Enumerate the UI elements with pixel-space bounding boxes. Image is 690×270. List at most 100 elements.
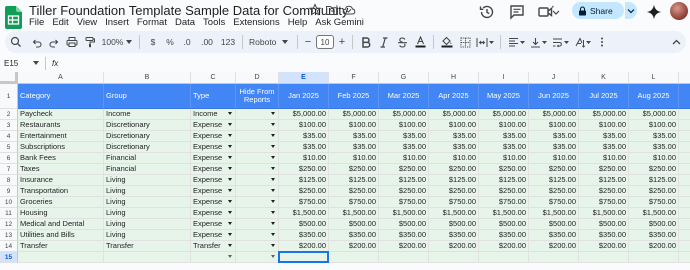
amount-cell[interactable]: $10.00 bbox=[329, 153, 379, 164]
menu-ask-gemini[interactable]: Ask Gemini bbox=[315, 17, 364, 28]
empty-cell[interactable] bbox=[104, 252, 191, 263]
amount-cell[interactable]: $350.00 bbox=[529, 230, 579, 241]
font-select[interactable]: Roboto bbox=[247, 31, 293, 53]
amount-cell[interactable]: $100.00 bbox=[429, 120, 479, 131]
amount-cell[interactable]: $35.00 bbox=[279, 142, 329, 153]
amount-cell[interactable]: $35.00 bbox=[429, 142, 479, 153]
row-header[interactable]: 3 bbox=[0, 120, 18, 131]
amount-cell[interactable]: $750.00 bbox=[579, 197, 629, 208]
amount-cell[interactable]: $200.00 bbox=[529, 241, 579, 252]
hide-from-reports-dropdown-cell[interactable] bbox=[236, 131, 279, 142]
amount-cell[interactable]: $350.00 bbox=[379, 230, 429, 241]
gemini-sparkle-icon[interactable] bbox=[645, 3, 663, 21]
dropdown-arrow-icon[interactable] bbox=[228, 178, 232, 181]
row-header[interactable]: 8 bbox=[0, 175, 18, 186]
type-dropdown-cell[interactable]: Transfer bbox=[191, 241, 236, 252]
hide-from-reports-dropdown-cell[interactable] bbox=[236, 241, 279, 252]
amount-cell[interactable]: $5,000.00 bbox=[329, 109, 379, 120]
dropdown-arrow-icon[interactable] bbox=[271, 244, 275, 247]
cloud-status-icon[interactable] bbox=[342, 3, 356, 17]
empty-cell[interactable] bbox=[629, 252, 679, 263]
select-all-corner[interactable] bbox=[0, 72, 18, 84]
menu-edit[interactable]: Edit bbox=[52, 17, 68, 28]
group-cell[interactable]: Living bbox=[104, 230, 191, 241]
dropdown-arrow-icon[interactable] bbox=[271, 233, 275, 236]
column-header-b[interactable]: B bbox=[104, 72, 191, 84]
category-cell[interactable]: Insurance bbox=[18, 175, 104, 186]
menu-extensions[interactable]: Extensions bbox=[233, 17, 279, 28]
header-cell[interactable]: Aug 2025 bbox=[629, 84, 679, 109]
amount-cell[interactable]: $5,000.00 bbox=[529, 109, 579, 120]
amount-cell[interactable]: $1,500.00 bbox=[479, 208, 529, 219]
decrease-font-size-button[interactable]: − bbox=[302, 31, 314, 53]
dropdown-arrow-icon[interactable] bbox=[271, 145, 275, 148]
category-cell[interactable]: Taxes bbox=[18, 164, 104, 175]
column-header-c[interactable]: C bbox=[191, 72, 236, 84]
font-size-field[interactable]: 10 bbox=[314, 31, 336, 53]
increase-font-size-button[interactable]: + bbox=[336, 31, 348, 53]
amount-cell[interactable]: $100.00 bbox=[579, 120, 629, 131]
dropdown-arrow-icon[interactable] bbox=[228, 145, 232, 148]
column-header-g[interactable]: G bbox=[379, 72, 429, 84]
header-cell[interactable]: May 2025 bbox=[479, 84, 529, 109]
more-formats-button[interactable]: 123 bbox=[218, 31, 238, 53]
dropdown-arrow-icon[interactable] bbox=[271, 211, 275, 214]
row-header[interactable]: 11 bbox=[0, 208, 18, 219]
decrease-decimal-button[interactable]: .0 bbox=[178, 31, 196, 53]
column-header-i[interactable]: I bbox=[479, 72, 529, 84]
amount-cell[interactable]: $5,000.00 bbox=[629, 109, 679, 120]
dropdown-arrow-icon[interactable] bbox=[228, 112, 232, 115]
text-wrapping-button[interactable] bbox=[549, 31, 571, 53]
amount-cell[interactable]: $100.00 bbox=[329, 120, 379, 131]
amount-cell[interactable]: $250.00 bbox=[529, 186, 579, 197]
amount-cell[interactable]: $250.00 bbox=[529, 164, 579, 175]
amount-cell[interactable]: $100.00 bbox=[629, 120, 679, 131]
amount-cell[interactable]: $5,000.00 bbox=[379, 109, 429, 120]
redo-button[interactable] bbox=[45, 31, 63, 53]
amount-cell[interactable]: $200.00 bbox=[479, 241, 529, 252]
category-cell[interactable]: Subscriptions bbox=[18, 142, 104, 153]
amount-cell[interactable] bbox=[679, 131, 690, 142]
type-dropdown-cell[interactable]: Expense bbox=[191, 131, 236, 142]
category-cell[interactable]: Groceries bbox=[18, 197, 104, 208]
type-dropdown-cell[interactable]: Expense bbox=[191, 186, 236, 197]
amount-cell[interactable]: $250.00 bbox=[429, 164, 479, 175]
merge-cells-button[interactable] bbox=[474, 31, 496, 53]
amount-cell[interactable]: $5,000.00 bbox=[579, 109, 629, 120]
name-box-chevron-icon[interactable] bbox=[33, 61, 39, 65]
amount-cell[interactable] bbox=[679, 241, 690, 252]
amount-cell[interactable]: $10.00 bbox=[479, 153, 529, 164]
amount-cell[interactable]: $200.00 bbox=[329, 241, 379, 252]
amount-cell[interactable] bbox=[679, 109, 690, 120]
share-options-button[interactable] bbox=[625, 2, 637, 19]
hide-from-reports-dropdown-cell[interactable] bbox=[236, 208, 279, 219]
dropdown-arrow-icon[interactable] bbox=[271, 112, 275, 115]
amount-cell[interactable]: $35.00 bbox=[579, 131, 629, 142]
amount-cell[interactable]: $10.00 bbox=[579, 153, 629, 164]
amount-cell[interactable]: $250.00 bbox=[479, 186, 529, 197]
amount-cell[interactable]: $200.00 bbox=[429, 241, 479, 252]
type-dropdown-cell[interactable]: Income bbox=[191, 109, 236, 120]
dropdown-arrow-icon[interactable] bbox=[271, 178, 275, 181]
amount-cell[interactable]: $250.00 bbox=[629, 164, 679, 175]
header-cell[interactable]: Mar 2025 bbox=[379, 84, 429, 109]
dropdown-arrow-icon[interactable] bbox=[271, 255, 275, 258]
amount-cell[interactable]: $250.00 bbox=[279, 164, 329, 175]
menu-data[interactable]: Data bbox=[175, 17, 195, 28]
group-cell[interactable]: Financial bbox=[104, 153, 191, 164]
row-header[interactable]: 5 bbox=[0, 142, 18, 153]
amount-cell[interactable] bbox=[679, 164, 690, 175]
hide-from-reports-dropdown-cell[interactable] bbox=[236, 175, 279, 186]
category-cell[interactable]: Paycheck bbox=[18, 109, 104, 120]
header-cell[interactable]: Jun 2025 bbox=[529, 84, 579, 109]
dropdown-arrow-icon[interactable] bbox=[228, 244, 232, 247]
group-cell[interactable]: Living bbox=[104, 208, 191, 219]
dropdown-arrow-icon[interactable] bbox=[271, 134, 275, 137]
dropdown-arrow-icon[interactable] bbox=[228, 156, 232, 159]
dropdown-arrow-icon[interactable] bbox=[271, 222, 275, 225]
amount-cell[interactable]: $35.00 bbox=[329, 131, 379, 142]
type-dropdown-cell[interactable]: Expense bbox=[191, 219, 236, 230]
category-cell[interactable]: Housing bbox=[18, 208, 104, 219]
dropdown-arrow-icon[interactable] bbox=[271, 167, 275, 170]
row-header[interactable]: 4 bbox=[0, 131, 18, 142]
